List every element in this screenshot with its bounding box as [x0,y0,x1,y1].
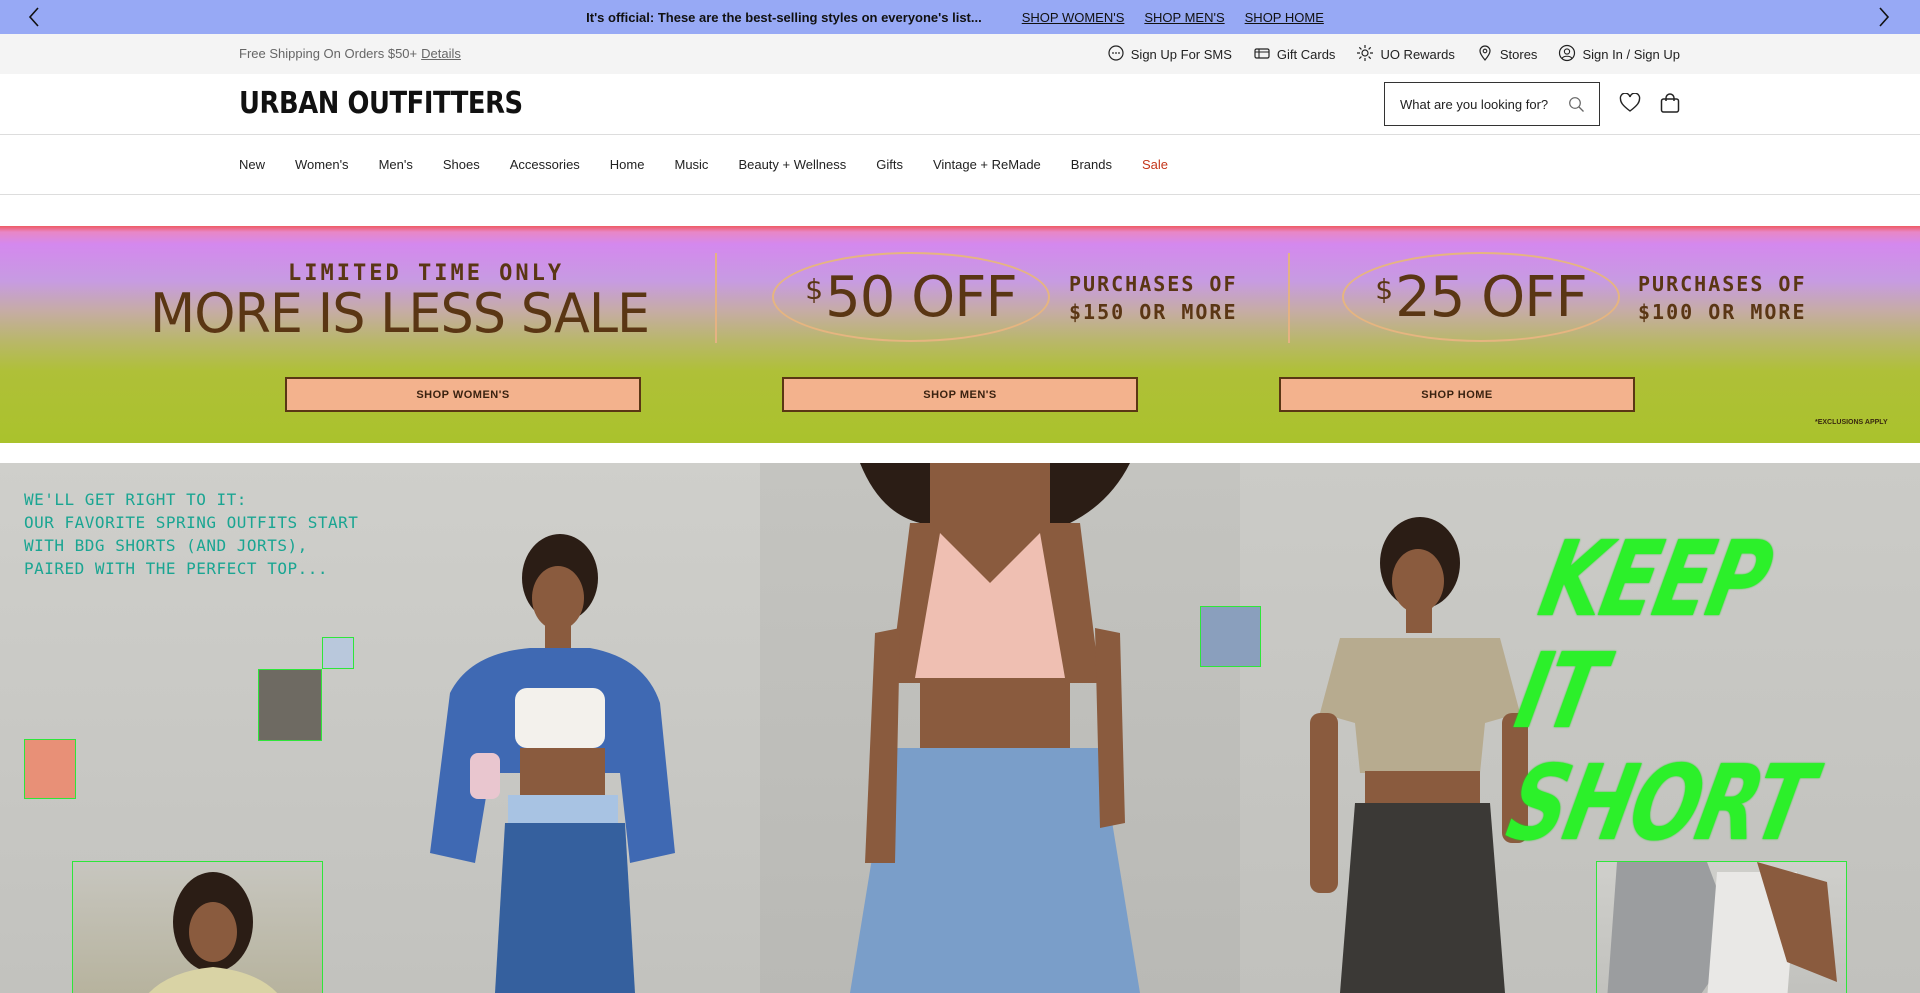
sale-banner: LIMITED TIME ONLY MORE IS LESS SALE $ 50… [0,226,1920,443]
sms-signup-label: Sign Up For SMS [1130,47,1232,62]
promo-bar: It's official: These are the best-sellin… [0,0,1920,34]
offer-condition-line: PURCHASES OF [1638,272,1807,296]
user-icon [1558,44,1582,65]
model-photo [850,463,1140,993]
promo-message: It's official: These are the best-sellin… [586,9,982,25]
location-pin-icon [1476,44,1500,65]
chevron-right-icon[interactable] [1870,4,1896,30]
stores-link[interactable]: Stores [1476,44,1538,65]
inset-photo [72,861,323,993]
nav-item-new[interactable]: New [239,157,265,172]
nav-item-vintage-remade[interactable]: Vintage + ReMade [933,157,1041,172]
banner-divider [715,253,717,343]
texture-swatch [258,669,322,741]
gift-card-icon [1253,44,1277,65]
promo-link-home[interactable]: SHOP HOME [1245,10,1324,25]
banner-title: MORE IS LESS SALE [150,282,650,345]
hero-banner[interactable]: WE'LL GET RIGHT TO IT: OUR FAVORITE SPRI… [0,463,1920,993]
offer-currency: $ [1375,273,1394,306]
hero-copy-line: WE'LL GET RIGHT TO IT: [24,490,247,509]
nav-item-shoes[interactable]: Shoes [443,157,480,172]
search-icon[interactable] [1568,96,1585,118]
shop-mens-button[interactable]: SHOP MEN'S [782,377,1138,412]
sms-signup-link[interactable]: Sign Up For SMS [1107,44,1232,65]
nav-item-gifts[interactable]: Gifts [876,157,903,172]
utility-bar: Free Shipping On Orders $50+ Details Sign… [0,34,1920,74]
nav-item-brands[interactable]: Brands [1071,157,1112,172]
nav-item-home[interactable]: Home [610,157,645,172]
gift-cards-link[interactable]: Gift Cards [1253,44,1336,65]
shopping-bag-icon[interactable] [1659,92,1681,119]
offer-25-condition: PURCHASES OF $100 OR MORE [1638,270,1807,326]
shipping-text: Free Shipping On Orders $50+ [239,46,418,61]
texture-swatch [1200,606,1261,667]
nav-item-sale[interactable]: Sale [1142,157,1168,172]
sign-in-link[interactable]: Sign In / Sign Up [1558,44,1680,65]
hero-headline-line: SHORT [1498,742,1822,864]
banner-divider [1288,253,1290,343]
nav-item-womens[interactable]: Women's [295,157,349,172]
site-header: URBAN OUTFITTERS [0,74,1920,135]
hero-headline-line: KEEP IT [1506,518,1780,752]
promo-link-womens[interactable]: SHOP WOMEN'S [1022,10,1125,25]
offer-amount: 25 OFF [1395,264,1588,330]
nav-item-mens[interactable]: Men's [379,157,413,172]
search-input[interactable] [1400,96,1560,112]
nav-item-beauty-wellness[interactable]: Beauty + Wellness [738,157,846,172]
offer-condition-line: $100 OR MORE [1638,300,1807,324]
chevron-left-icon[interactable] [22,4,48,30]
gift-cards-label: Gift Cards [1276,47,1336,62]
offer-50-condition: PURCHASES OF $150 OR MORE [1069,270,1238,326]
nav-item-accessories[interactable]: Accessories [510,157,580,172]
texture-swatch [24,739,76,799]
hero-copy-line: OUR FAVORITE SPRING OUTFITS START [24,513,359,532]
offer-25-badge: $ 25 OFF [1342,252,1620,342]
search-box[interactable] [1384,82,1600,126]
shop-womens-button[interactable]: SHOP WOMEN'S [285,377,641,412]
promo-link-mens[interactable]: SHOP MEN'S [1144,10,1224,25]
offer-condition-line: PURCHASES OF [1069,272,1238,296]
sparkle-icon [1356,44,1380,65]
exclusions-note: *EXCLUSIONS APPLY [1815,419,1888,426]
offer-condition-line: $150 OR MORE [1069,300,1238,324]
offer-amount: 50 OFF [825,264,1018,330]
shipping-notice: Free Shipping On Orders $50+ Details [239,46,461,61]
uo-rewards-label: UO Rewards [1380,47,1455,62]
utility-links: Sign Up For SMS Gift Cards UO Rewards St… [1086,44,1680,65]
uo-rewards-link[interactable]: UO Rewards [1356,44,1455,65]
offer-50-badge: $ 50 OFF [772,252,1050,342]
inset-photo [1596,861,1847,993]
site-logo[interactable]: URBAN OUTFITTERS [239,86,523,121]
nav-item-music[interactable]: Music [674,157,708,172]
hero-copy-line: PAIRED WITH THE PERFECT TOP... [24,559,328,578]
stores-label: Stores [1499,47,1538,62]
promo-content: It's official: These are the best-sellin… [0,0,1920,34]
hero-copy-line: WITH BDG SHORTS (AND JORTS), [24,536,308,555]
model-photo [430,534,675,993]
shipping-details-link[interactable]: Details [421,46,461,61]
shop-home-button[interactable]: SHOP HOME [1279,377,1635,412]
main-nav: New Women's Men's Shoes Accessories Home… [0,135,1920,195]
hero-copy: WE'LL GET RIGHT TO IT: OUR FAVORITE SPRI… [24,488,358,580]
texture-swatch [322,637,354,669]
offer-currency: $ [805,273,824,306]
chat-icon [1107,44,1131,65]
wishlist-heart-icon[interactable] [1619,92,1641,118]
sign-in-label: Sign In / Sign Up [1582,47,1680,62]
